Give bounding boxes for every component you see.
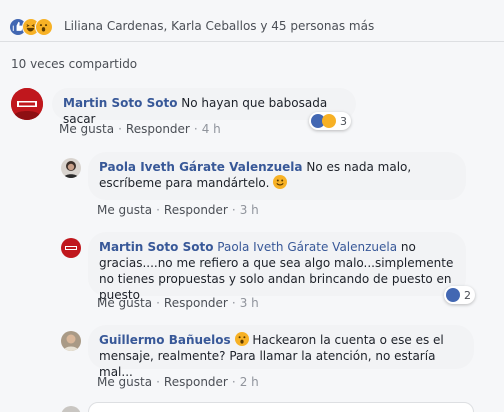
comment-actions: Me gusta · Responder · 4 h (59, 122, 221, 136)
wow-emoji-icon (234, 332, 249, 346)
comment-reaction-badge[interactable]: 2 (444, 286, 475, 304)
reactions-summary-bar: Liliana Cardenas, Karla Ceballos y 45 pe… (0, 0, 504, 42)
comment-bubble: Martin Soto Soto Paola Iveth Gárate Vale… (88, 232, 466, 302)
avatar[interactable] (61, 331, 81, 351)
avatar[interactable] (61, 238, 81, 258)
reply-link[interactable]: Responder (164, 375, 228, 389)
comment-timestamp[interactable]: 2 h (240, 375, 259, 389)
next-reply-avatar (61, 406, 81, 412)
next-reply-bubble (88, 402, 474, 412)
comment-author[interactable]: Paola Iveth Gárate Valenzuela (99, 160, 303, 174)
comment-author[interactable]: Martin Soto Soto (99, 240, 213, 254)
comment-actions: Me gusta · Responder · 2 h (97, 375, 259, 389)
reply-link[interactable]: Responder (126, 122, 190, 136)
comment-bubble: Paola Iveth Gárate Valenzuela No es nada… (88, 152, 466, 200)
wow-icon (35, 18, 53, 36)
reply-link[interactable]: Responder (164, 203, 228, 217)
avatar[interactable] (61, 158, 81, 178)
like-link[interactable]: Me gusta (97, 296, 152, 310)
comment-timestamp[interactable]: 3 h (240, 203, 259, 217)
comment-bubble: Guillermo Bañuelos Hackearon la cuenta o… (88, 325, 474, 379)
like-link[interactable]: Me gusta (97, 203, 152, 217)
reaction-count: 3 (340, 114, 347, 128)
mention-link[interactable]: Paola Iveth Gárate Valenzuela (217, 240, 397, 254)
haha-icon (322, 114, 336, 128)
comment-actions: Me gusta · Responder · 3 h (97, 203, 259, 217)
comment-author[interactable]: Martin Soto Soto (63, 96, 177, 110)
comment-reaction-badge[interactable]: 3 (309, 112, 351, 130)
smile-emoji-icon (273, 175, 288, 189)
like-link[interactable]: Me gusta (97, 375, 152, 389)
comment-actions: Me gusta · Responder · 3 h (97, 296, 259, 310)
avatar[interactable] (11, 88, 43, 120)
share-count[interactable]: 10 veces compartido (11, 57, 137, 71)
reply-link[interactable]: Responder (164, 296, 228, 310)
like-link[interactable]: Me gusta (59, 122, 114, 136)
comment-timestamp[interactable]: 3 h (240, 296, 259, 310)
like-icon (446, 288, 460, 302)
reactions-summary-text[interactable]: Liliana Cardenas, Karla Ceballos y 45 pe… (64, 19, 374, 33)
reaction-count: 2 (464, 288, 471, 302)
comment-author[interactable]: Guillermo Bañuelos (99, 333, 231, 347)
comment-timestamp[interactable]: 4 h (202, 122, 221, 136)
